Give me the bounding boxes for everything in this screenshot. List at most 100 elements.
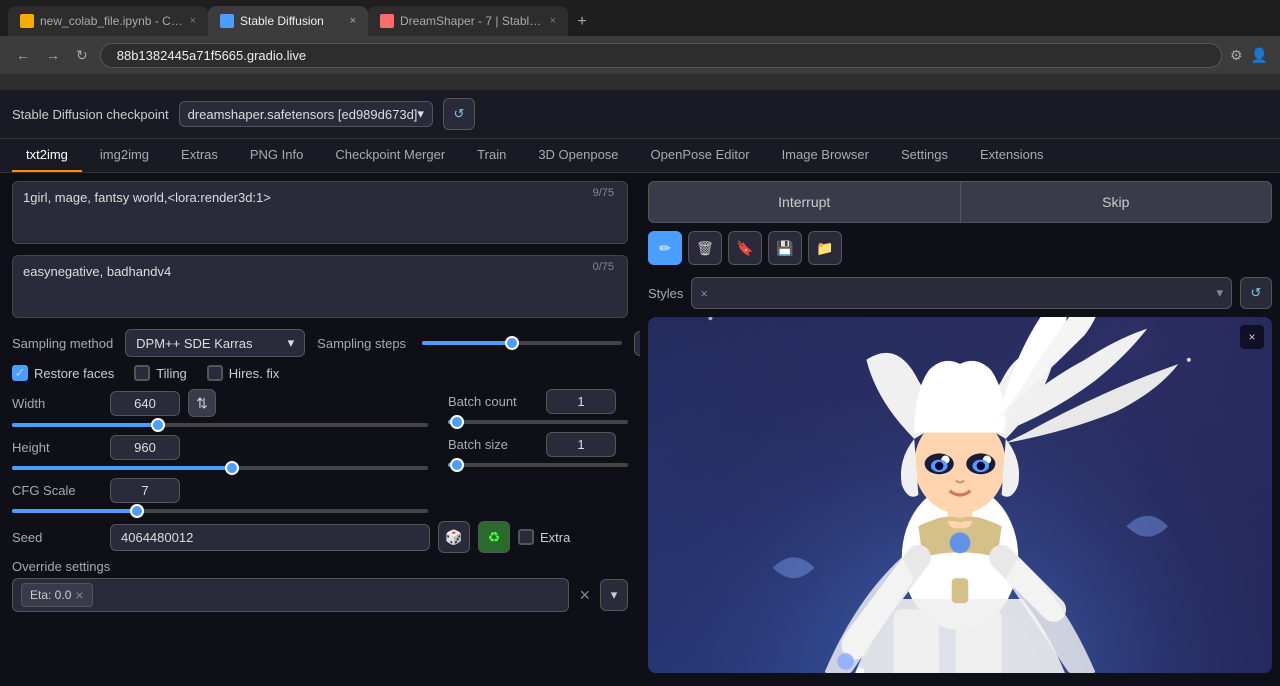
interrupt-button[interactable]: Interrupt	[648, 181, 960, 223]
restore-faces-label: Restore faces	[34, 366, 114, 381]
cfg-slider[interactable]	[12, 509, 428, 513]
seed-recycle-button[interactable]: ♻	[478, 521, 510, 553]
cfg-scale-label: CFG Scale	[12, 483, 102, 498]
left-panel: 9/75 document.querySelector('[data-name=…	[0, 173, 640, 681]
tab-3d-openpose[interactable]: 3D Openpose	[524, 139, 632, 172]
batch-size-slider[interactable]	[448, 463, 628, 467]
new-tab-button[interactable]: +	[568, 8, 596, 36]
width-label: Width	[12, 396, 102, 411]
edit-tool-button[interactable]: ✏	[648, 231, 682, 265]
cfg-scale-row: CFG Scale	[12, 478, 428, 503]
seed-dice-button[interactable]: 🎲	[438, 521, 470, 553]
batch-count-input[interactable]	[546, 389, 616, 414]
browser-toolbar: ← → ↻ 88b1382445a71f5665.gradio.live ⚙ 👤	[0, 36, 1280, 74]
tiling-checkbox[interactable]: Tiling	[134, 365, 187, 381]
tab3-favicon	[380, 14, 394, 28]
right-panel: Interrupt Skip ✏ 🗑 🔖 💾 📁	[640, 173, 1280, 681]
restore-faces-checkbox[interactable]: ✓ Restore faces	[12, 365, 114, 381]
checkpoint-dropdown[interactable]: dreamshaper.safetensors [ed989d673d] ▾	[179, 101, 433, 127]
hires-fix-label: Hires. fix	[229, 366, 280, 381]
generated-image-area: ×	[648, 317, 1272, 673]
width-input[interactable]	[110, 391, 180, 416]
width-slider[interactable]	[12, 423, 428, 427]
skip-button[interactable]: Skip	[960, 181, 1273, 223]
tab-pnginfo[interactable]: PNG Info	[236, 139, 317, 172]
styles-refresh-icon: ↺	[1251, 285, 1262, 301]
image-close-button[interactable]: ×	[1240, 325, 1264, 349]
folder-tool-button[interactable]: 📁	[808, 231, 842, 265]
hires-fix-checkbox-box	[207, 365, 223, 381]
tab-extensions[interactable]: Extensions	[966, 139, 1058, 172]
batch-size-input[interactable]	[546, 432, 616, 457]
tab-img2img[interactable]: img2img	[86, 139, 163, 172]
seed-input[interactable]	[110, 524, 430, 551]
cfg-scale-input[interactable]	[110, 478, 180, 503]
swap-icon: ⇅	[196, 395, 208, 412]
batch-count-row: Batch count	[448, 389, 628, 414]
extra-checkbox-box	[518, 529, 534, 545]
batch-count-slider[interactable]	[448, 420, 628, 424]
height-input[interactable]	[110, 435, 180, 460]
negative-prompt-input[interactable]	[12, 255, 628, 318]
address-bar[interactable]: 88b1382445a71f5665.gradio.live	[100, 43, 1222, 68]
override-dropdown-button[interactable]: ▾	[600, 579, 628, 611]
app-container: Stable Diffusion checkpoint dreamshaper.…	[0, 90, 1280, 686]
browser-tab-2[interactable]: Stable Diffusion ×	[208, 6, 368, 36]
profile-icon[interactable]: 👤	[1251, 47, 1268, 64]
tab1-close[interactable]: ×	[190, 15, 196, 27]
recycle-icon: ♻	[488, 529, 501, 546]
checkpoint-refresh-button[interactable]: ↺	[443, 98, 475, 130]
hires-fix-checkbox[interactable]: Hires. fix	[207, 365, 280, 381]
override-input-box[interactable]: Eta: 0.0 ×	[12, 578, 569, 612]
override-clear-button[interactable]: ×	[573, 585, 596, 606]
trash-tool-button[interactable]: 🗑	[688, 231, 722, 265]
trash-icon: 🗑	[696, 240, 714, 257]
swap-dimensions-button[interactable]: ⇅	[188, 389, 216, 417]
nav-reload-button[interactable]: ↻	[72, 43, 92, 68]
batch-size-row: Batch size	[448, 432, 628, 457]
sampling-steps-slider[interactable]	[422, 341, 622, 345]
tab-extras[interactable]: Extras	[167, 139, 232, 172]
sampling-steps-container: 34	[418, 331, 640, 356]
height-slider[interactable]	[12, 466, 428, 470]
tab3-close[interactable]: ×	[550, 15, 556, 27]
positive-prompt-input[interactable]	[12, 181, 628, 244]
tab-openpose-editor[interactable]: OpenPose Editor	[637, 139, 764, 172]
extensions-icon[interactable]: ⚙	[1230, 47, 1243, 64]
browser-chrome: new_colab_file.ipynb - Colabora... × Sta…	[0, 0, 1280, 90]
tab-settings[interactable]: Settings	[887, 139, 962, 172]
checkpoint-value: dreamshaper.safetensors [ed989d673d]	[188, 107, 418, 122]
styles-clear-icon[interactable]: ×	[700, 286, 708, 301]
browser-tab-1[interactable]: new_colab_file.ipynb - Colabora... ×	[8, 6, 208, 36]
tab-txt2img[interactable]: txt2img	[12, 139, 82, 172]
override-tag-remove-button[interactable]: ×	[75, 587, 83, 603]
override-label: Override settings	[12, 559, 628, 574]
nav-back-button[interactable]: ←	[12, 43, 34, 67]
browser-tabs-bar: new_colab_file.ipynb - Colabora... × Sta…	[0, 0, 1280, 36]
tab-image-browser[interactable]: Image Browser	[768, 139, 883, 172]
tab-checkpoint-merger[interactable]: Checkpoint Merger	[321, 139, 459, 172]
styles-refresh-button[interactable]: ↺	[1240, 277, 1272, 309]
chevron-down-icon: ▾	[417, 106, 424, 122]
sampling-method-value: DPM++ SDE Karras	[136, 336, 252, 351]
extra-checkbox[interactable]: Extra	[518, 529, 570, 545]
params-left: Width ⇅ Height	[12, 389, 428, 521]
sampling-method-select[interactable]: DPM++ SDE Karras ▾	[125, 329, 305, 357]
override-eta-tag: Eta: 0.0 ×	[21, 583, 93, 607]
tab1-label: new_colab_file.ipynb - Colabora...	[40, 14, 184, 28]
generate-buttons: Interrupt Skip	[648, 181, 1272, 223]
save-tool-button[interactable]: 💾	[768, 231, 802, 265]
sampling-method-label: Sampling method	[12, 336, 113, 351]
tab2-label: Stable Diffusion	[240, 14, 344, 28]
sampling-controls-row: Sampling method DPM++ SDE Karras ▾ Sampl…	[12, 329, 628, 357]
batch-size-label: Batch size	[448, 437, 538, 452]
nav-forward-button[interactable]: →	[42, 43, 64, 67]
styles-input[interactable]: × ▾	[691, 277, 1232, 309]
tab-train[interactable]: Train	[463, 139, 520, 172]
tab2-close[interactable]: ×	[350, 15, 356, 27]
browser-tab-3[interactable]: DreamShaper - 7 | Stable Diffusio... ×	[368, 6, 568, 36]
bookmark-tool-button[interactable]: 🔖	[728, 231, 762, 265]
params-layout: Width ⇅ Height	[12, 389, 628, 521]
height-label: Height	[12, 440, 102, 455]
negative-prompt-counter: 0/75	[587, 259, 620, 275]
